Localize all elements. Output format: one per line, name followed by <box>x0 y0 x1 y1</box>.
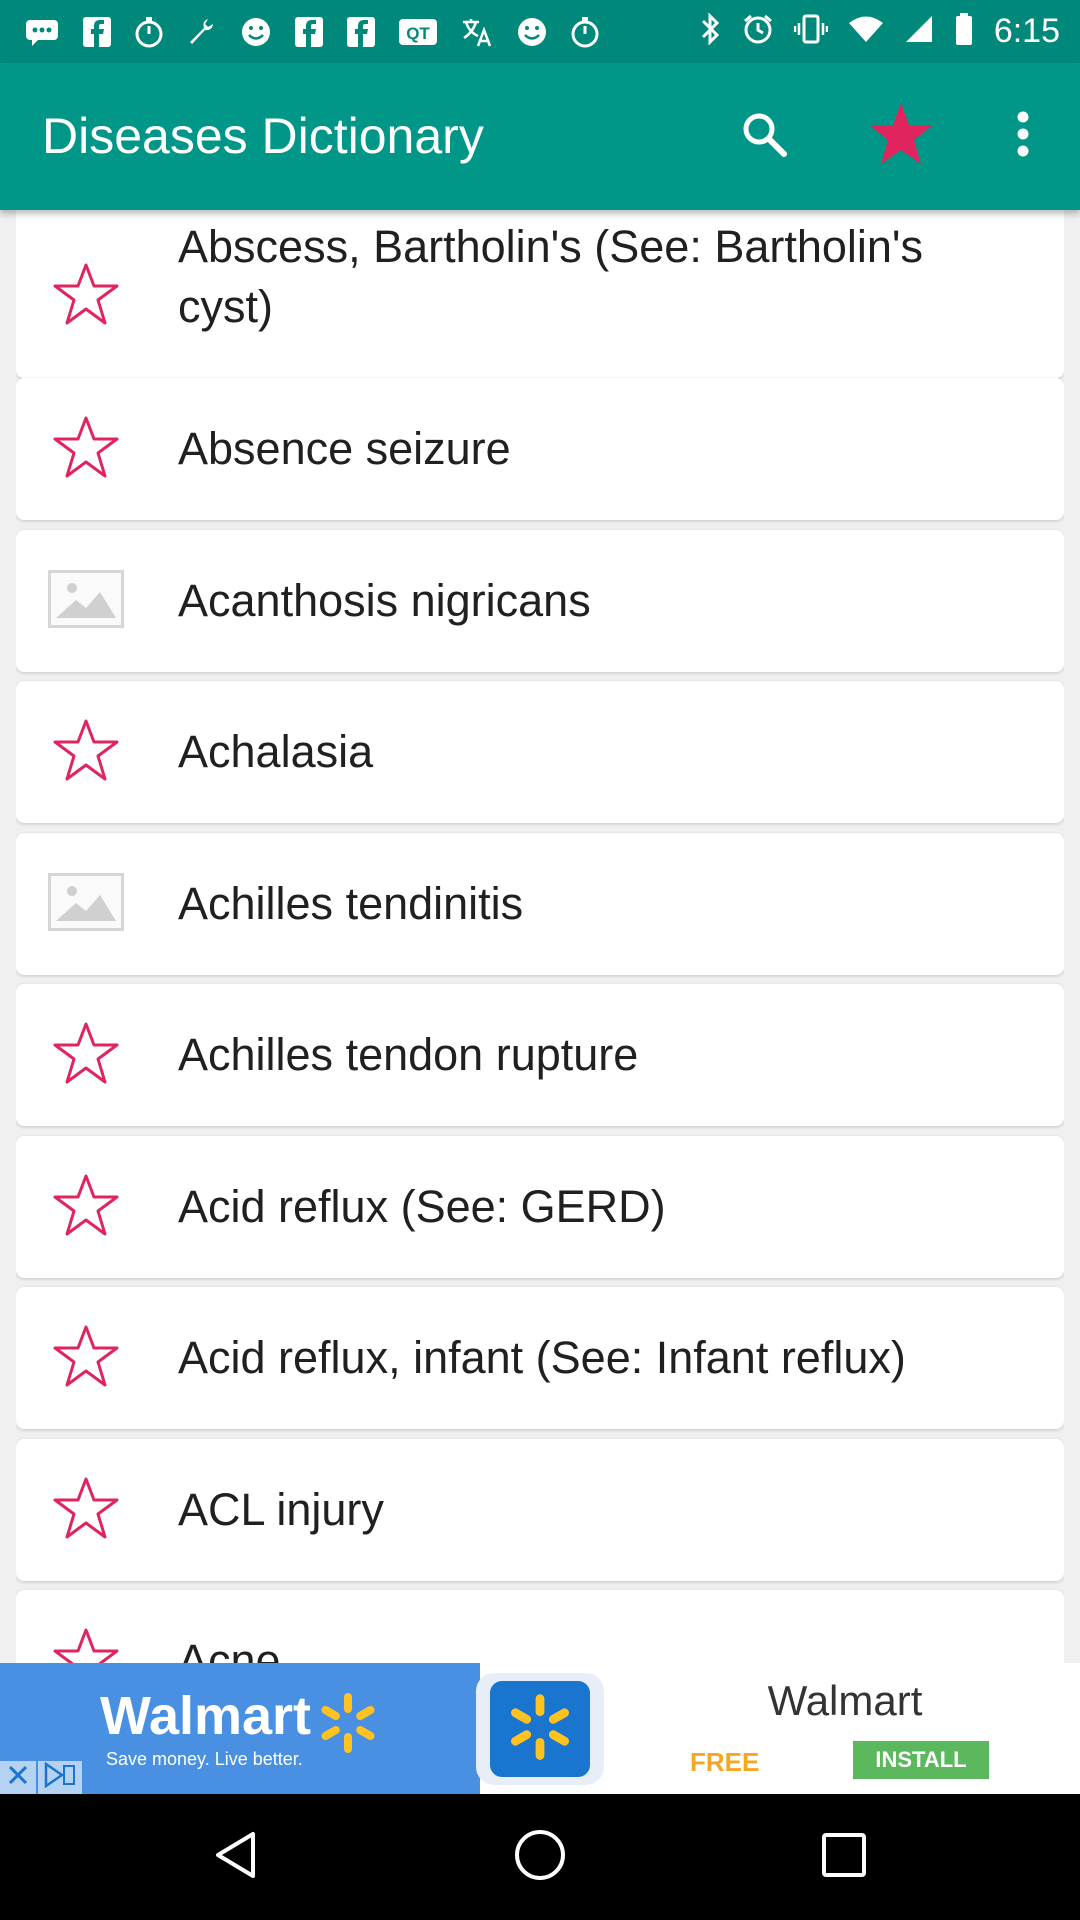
walmart-spark-icon <box>505 1692 575 1767</box>
chat-icon <box>24 17 60 47</box>
close-icon <box>6 1763 30 1792</box>
search-button[interactable] <box>714 63 814 210</box>
system-nav-bar <box>0 1794 1080 1920</box>
star-filled-icon <box>866 101 936 172</box>
overflow-menu-button[interactable] <box>973 63 1073 210</box>
system-status-icons: 6:15 <box>700 0 1060 63</box>
star-outline-icon <box>51 1475 121 1546</box>
facebook-icon <box>294 16 324 48</box>
favorite-toggle[interactable] <box>46 1167 126 1247</box>
disease-list: Abscess, Bartholin's (See: Bartholin's c… <box>16 210 1064 1663</box>
translate-icon <box>460 16 494 48</box>
list-item-label: Absence seizure <box>178 423 511 474</box>
ad-close-button[interactable] <box>0 1761 36 1794</box>
ad-choices-button[interactable] <box>38 1761 82 1794</box>
notification-icons: QT <box>24 0 600 63</box>
walmart-spark-icon <box>316 1691 380 1760</box>
smiley-icon <box>240 16 272 48</box>
stopwatch-icon <box>570 16 600 48</box>
search-icon <box>740 110 788 163</box>
ad-tagline: Save money. Live better. <box>106 1749 303 1769</box>
list-item[interactable]: Acid reflux, infant (See: Infant reflux) <box>16 1287 1064 1429</box>
favorite-toggle[interactable] <box>46 409 126 489</box>
recents-button[interactable] <box>784 1794 904 1920</box>
star-outline-icon <box>51 1172 121 1243</box>
favorite-toggle[interactable] <box>46 1015 126 1095</box>
walmart-app-logo <box>490 1681 590 1777</box>
more-vert-icon <box>1016 111 1030 162</box>
thumbnail <box>46 561 126 641</box>
list-item[interactable]: ACL injury <box>16 1439 1064 1581</box>
image-placeholder-icon <box>48 569 124 633</box>
alarm-icon <box>742 13 774 50</box>
favorite-toggle[interactable] <box>46 1621 126 1663</box>
home-icon <box>513 1828 567 1887</box>
app-bar: Diseases Dictionary <box>0 63 1080 210</box>
list-item[interactable]: Acid reflux (See: GERD) <box>16 1136 1064 1278</box>
list-item[interactable]: Acanthosis nigricans <box>16 530 1064 672</box>
list-item[interactable]: Abscess, Bartholin's (See: Bartholin's c… <box>16 210 1064 378</box>
star-outline-icon <box>51 1020 121 1091</box>
list-item[interactable]: Achilles tendinitis <box>16 833 1064 975</box>
list-item-label: Acid reflux (See: GERD) <box>178 1181 666 1232</box>
qt-icon: QT <box>398 17 438 47</box>
page-title: Diseases Dictionary <box>42 108 484 164</box>
back-icon <box>213 1830 259 1885</box>
smiley-icon <box>516 16 548 48</box>
status-bar: QT 6:15 <box>0 0 1080 63</box>
favorite-toggle[interactable] <box>46 1470 126 1550</box>
ad-choices-icon <box>43 1761 77 1793</box>
ad-logo-text: Walmart <box>100 1686 312 1746</box>
wifi-icon <box>848 14 884 49</box>
facebook-icon <box>82 16 112 48</box>
list-item-label: Achalasia <box>178 726 374 777</box>
ad-brand-name: Walmart <box>767 1677 923 1724</box>
home-button[interactable] <box>480 1794 600 1920</box>
wrench-icon <box>186 16 218 48</box>
list-item[interactable]: Achilles tendon rupture <box>16 984 1064 1126</box>
thumbnail <box>46 864 126 944</box>
ad-banner[interactable]: Walmart Save money. Live better. Walmart… <box>0 1663 1080 1794</box>
ad-app-icon[interactable] <box>476 1673 604 1785</box>
list-item-label: Abscess, Bartholin's (See: Bartholin's c… <box>178 221 924 332</box>
favorites-button[interactable] <box>851 63 951 210</box>
list-item[interactable]: Acne <box>16 1590 1064 1663</box>
favorite-toggle[interactable] <box>46 1318 126 1398</box>
star-outline-icon <box>51 261 121 332</box>
list-item-label: ACL injury <box>178 1484 384 1535</box>
clock: 6:15 <box>993 12 1060 50</box>
recents-icon <box>820 1831 868 1884</box>
star-outline-icon <box>51 1323 121 1394</box>
vibrate-icon <box>793 13 829 50</box>
bluetooth-icon <box>700 12 722 51</box>
favorite-toggle[interactable] <box>46 712 126 792</box>
star-outline-icon <box>51 414 121 485</box>
signal-icon <box>904 14 934 49</box>
back-button[interactable] <box>176 1794 296 1920</box>
ad-install-button[interactable]: INSTALL <box>851 1739 991 1781</box>
image-placeholder-icon <box>48 872 124 936</box>
svg-text:QT: QT <box>406 24 430 43</box>
list-item-label: Acne <box>178 1635 281 1663</box>
list-item-label: Acanthosis nigricans <box>178 575 591 626</box>
star-outline-icon <box>51 717 121 788</box>
battery-icon <box>954 12 974 51</box>
list-item[interactable]: Absence seizure <box>16 378 1064 520</box>
stopwatch-icon <box>134 16 164 48</box>
list-item-label: Achilles tendinitis <box>178 878 524 929</box>
star-outline-icon <box>51 1626 121 1663</box>
list-item-label: Achilles tendon rupture <box>178 1029 639 1080</box>
list-item[interactable]: Achalasia <box>16 681 1064 823</box>
ad-price-label: FREE <box>690 1747 760 1777</box>
favorite-toggle[interactable] <box>46 256 126 336</box>
facebook-icon <box>346 16 376 48</box>
list-item-label: Acid reflux, infant (See: Infant reflux) <box>178 1332 906 1383</box>
